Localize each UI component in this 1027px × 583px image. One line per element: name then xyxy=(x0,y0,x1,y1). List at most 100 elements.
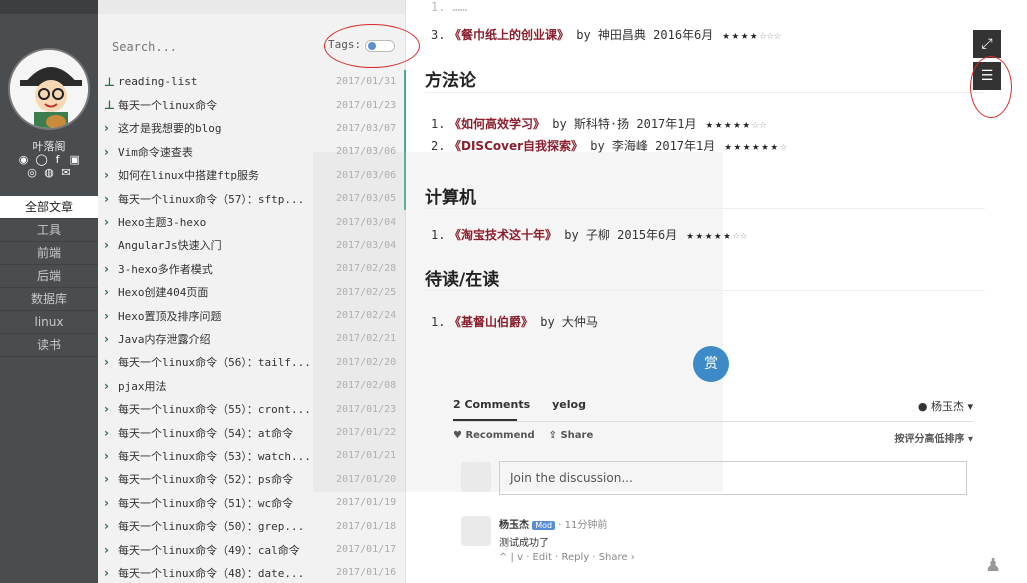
share-icon: ⇪ xyxy=(548,430,557,441)
list-item-title: 每天一个linux命令（52）：ps命令 xyxy=(118,473,294,487)
chevron-right-icon: › xyxy=(104,191,109,206)
chevron-right-icon: › xyxy=(104,355,109,370)
list-topband xyxy=(98,0,405,14)
section-heading: 待读/在读 xyxy=(425,270,500,290)
nav-item[interactable]: 读书 xyxy=(0,334,98,357)
chevron-right-icon: › xyxy=(104,565,109,580)
reward-button[interactable]: 赏 xyxy=(693,346,729,382)
list-item[interactable]: ⊥ reading-list 2017/01/31 xyxy=(98,70,406,94)
chevron-right-icon: › xyxy=(104,519,109,534)
rss-icon[interactable]: ◉ xyxy=(19,154,29,165)
facebook-icon[interactable]: f xyxy=(53,154,63,165)
list-item-title: 每天一个linux命令（56）：tailf... xyxy=(118,356,311,370)
weibo-icon[interactable]: ◎ xyxy=(27,167,37,178)
comment-input[interactable]: Join the discussion... xyxy=(499,461,967,495)
linkedin-icon[interactable]: ▣ xyxy=(70,154,80,165)
chevron-right-icon: › xyxy=(104,121,109,136)
mod-badge: Mod xyxy=(532,521,556,530)
author-name[interactable]: 叶落阁 xyxy=(0,138,98,154)
rating-empty-stars: ☆ xyxy=(779,139,788,153)
search-input[interactable] xyxy=(112,38,302,56)
section-divider xyxy=(425,290,985,291)
douban-icon[interactable]: ◍ xyxy=(44,167,54,178)
rating-stars: ★★★★ xyxy=(713,28,760,42)
book-item: 1. 《基督山伯爵》 by 大仲马 xyxy=(431,313,598,330)
github-icon[interactable]: ◯ xyxy=(36,154,48,165)
book-number: 1. xyxy=(431,315,446,329)
book-title[interactable]: 《DISCover自我探索》 xyxy=(449,139,583,153)
site-tab[interactable]: yelog xyxy=(552,398,586,411)
chevron-right-icon: › xyxy=(104,261,109,276)
list-item-date: 2017/01/16 xyxy=(336,567,397,579)
list-item[interactable]: ⊥ 每天一个linux命令 2017/01/23 xyxy=(98,93,406,117)
user-menu[interactable]: ● 杨玉杰 ▾ xyxy=(918,398,973,414)
category-nav: 全部文章 工具 前端 后端 数据库 linux 读书 xyxy=(0,196,98,357)
list-item[interactable]: › 每天一个linux命令（48）：date... 2017/01/16 xyxy=(98,561,406,583)
list-item-title: reading-list xyxy=(118,75,198,89)
rating-stars: ★★★★★ xyxy=(677,228,733,242)
chevron-right-icon: › xyxy=(104,542,109,557)
chevron-right-icon: › xyxy=(104,168,109,183)
book-item: 3. 《餐巾纸上的创业课》 by 神田昌典 2016年6月 ★★★★☆☆☆ xyxy=(431,26,781,43)
book-title[interactable]: 《如何高效学习》 xyxy=(449,117,545,131)
annotation-circle-tags xyxy=(324,24,420,68)
list-item-title: 3-hexo多作者模式 xyxy=(118,262,213,276)
main-content: 1. …… 赏 2 Comments yelog ● 杨玉杰 ▾ ♥ Recom… xyxy=(313,0,1027,583)
section-heading: 方法论 xyxy=(425,71,476,91)
book-item: 2. 《DISCover自我探索》 by 李海峰 2017年1月 ★★★★★★☆ xyxy=(431,137,787,154)
comments-divider xyxy=(453,421,973,422)
chevron-right-icon: › xyxy=(104,331,109,346)
sidebar: 叶落阁 ◉ ◯ f ▣ ◎ ◍ ✉ 全部文章 工具 前端 后端 数据库 linux 读书 xyxy=(0,0,98,583)
recommend-button[interactable]: Recommend xyxy=(465,430,534,441)
list-item-title: AngularJs快速入门 xyxy=(118,239,222,253)
comment-time[interactable]: 11分钟前 xyxy=(565,520,608,531)
book-title[interactable]: 《餐巾纸上的创业课》 xyxy=(449,28,569,42)
nav-item[interactable]: 工具 xyxy=(0,219,98,242)
list-item[interactable]: › 每天一个linux命令（49）：cal命令 2017/01/17 xyxy=(98,538,406,561)
list-item-title: 每天一个linux命令（53）：watch... xyxy=(118,449,311,463)
commenter-avatar xyxy=(461,516,491,546)
list-item[interactable]: › 这才是我想要的blog 2017/03/07 xyxy=(98,116,406,141)
comments-count-tab[interactable]: 2 Comments xyxy=(453,398,530,411)
chevron-right-icon: › xyxy=(104,402,109,417)
nav-item[interactable]: 后端 xyxy=(0,265,98,288)
chevron-right-icon: › xyxy=(104,425,109,440)
back-to-top-icon[interactable]: ♟ xyxy=(985,555,1001,576)
book-meta: by 大仲马 xyxy=(540,315,598,329)
share-button[interactable]: Share xyxy=(560,430,593,441)
list-item[interactable]: › 每天一个linux命令（50）：grep... 2017/01/18 xyxy=(98,514,406,537)
list-item-date: 2017/01/19 xyxy=(336,497,397,509)
list-item-date: 2017/01/17 xyxy=(336,544,397,555)
comment-actions[interactable]: ^ | v · Edit · Reply · Share › xyxy=(499,552,635,563)
nav-item[interactable]: 前端 xyxy=(0,242,98,265)
nav-item[interactable]: 数据库 xyxy=(0,288,98,311)
chevron-right-icon: › xyxy=(104,472,109,487)
list-item-date: 2017/01/31 xyxy=(336,76,397,88)
nav-item[interactable]: 全部文章 xyxy=(0,196,98,219)
list-item-title: Java内存泄露介绍 xyxy=(118,332,211,346)
chevron-right-icon: › xyxy=(104,215,109,230)
avatar[interactable] xyxy=(8,48,90,130)
sidebar-topband xyxy=(0,0,98,14)
list-item[interactable]: › 每天一个linux命令（51）：wc命令 2017/01/19 xyxy=(98,491,406,514)
list-item-title: 每天一个linux命令（50）：grep... xyxy=(118,520,305,534)
section-divider xyxy=(425,208,985,209)
expand-icon[interactable]: ⤢ xyxy=(973,30,1001,58)
chevron-right-icon: › xyxy=(104,495,109,510)
nav-item[interactable]: linux xyxy=(0,311,98,334)
chevron-right-icon: › xyxy=(104,308,109,323)
book-number: 2. xyxy=(431,139,446,153)
chevron-right-icon: › xyxy=(104,285,109,300)
sort-dropdown[interactable]: 按评分高低排序 ▾ xyxy=(894,430,973,445)
list-item-date: 2017/01/23 xyxy=(336,99,397,111)
mail-icon[interactable]: ✉ xyxy=(61,167,71,178)
book-title[interactable]: 《基督山伯爵》 xyxy=(449,315,533,329)
comment-author[interactable]: 杨玉杰 xyxy=(499,520,529,531)
book-number: 1. xyxy=(431,228,446,242)
rating-empty-stars: ☆☆☆ xyxy=(759,28,782,42)
rating-empty-stars: ☆☆ xyxy=(751,117,767,131)
user-name: 杨玉杰 xyxy=(930,400,964,413)
current-user-avatar xyxy=(461,462,491,492)
list-item-title: 这才是我想要的blog xyxy=(118,122,222,136)
book-title[interactable]: 《淘宝技术这十年》 xyxy=(449,228,557,242)
